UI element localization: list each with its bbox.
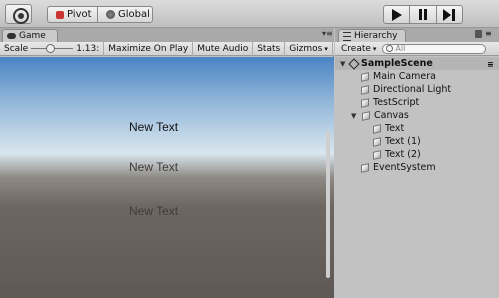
hierarchy-item-label: Canvas <box>374 110 409 121</box>
hierarchy-item-canvas[interactable]: ▼ Canvas <box>351 109 409 122</box>
play-button[interactable] <box>384 6 409 23</box>
expand-arrow-icon[interactable]: ▼ <box>340 60 347 68</box>
scale-label: Scale <box>4 43 29 54</box>
gameobject-icon <box>361 97 369 108</box>
mute-audio-button[interactable]: Mute Audio <box>193 41 254 56</box>
hierarchy-item-text[interactable]: Text <box>373 122 404 135</box>
hierarchy-item-label: TestScript <box>373 97 420 108</box>
hierarchy-item-label: Text (2) <box>385 149 421 160</box>
unity-scene-icon <box>348 57 360 70</box>
stats-label: Stats <box>257 43 281 54</box>
chevron-down-icon: ▾ <box>372 44 377 53</box>
pause-button[interactable] <box>409 6 435 23</box>
hierarchy-item-label: EventSystem <box>373 162 436 173</box>
scale-slider[interactable] <box>31 44 74 53</box>
game-view-toolbar: Scale 1.13: Maximize On Play Mute Audio … <box>0 41 334 56</box>
globe-icon <box>106 10 116 19</box>
lock-icon[interactable] <box>475 30 482 38</box>
step-icon <box>443 8 456 21</box>
scale-value: 1.13: <box>76 43 100 54</box>
chevron-down-icon: ▾ <box>324 44 328 53</box>
tab-game[interactable]: Game <box>2 29 58 42</box>
main-toolbar: Pivot Global <box>0 0 499 28</box>
hierarchy-search-input[interactable]: All <box>382 43 487 54</box>
list-icon <box>343 31 351 41</box>
pivot-global-group: Pivot Global <box>47 6 153 23</box>
hierarchy-item-label: Directional Light <box>373 84 452 95</box>
game-panel-menu-icon[interactable]: ▾≡ <box>322 29 333 38</box>
hand-tool-button[interactable] <box>5 4 32 24</box>
hierarchy-panel: Hierarchy ≡ Create ▾ All ▼ SampleScene ≡… <box>335 28 499 298</box>
gameobject-icon <box>361 162 369 173</box>
hand-tool-icon <box>13 8 29 24</box>
maximize-on-play-label: Maximize On Play <box>108 43 189 54</box>
hierarchy-menu-icon[interactable]: ≡ <box>485 29 492 38</box>
gameobject-icon <box>373 149 381 160</box>
hierarchy-item-text-2[interactable]: Text (2) <box>373 148 421 161</box>
game-text-1: New Text <box>129 120 179 134</box>
hierarchy-item-eventsystem[interactable]: EventSystem <box>361 161 436 174</box>
hierarchy-toolbar: Create ▾ All <box>335 42 499 56</box>
pivot-icon <box>56 10 64 19</box>
gameobject-icon <box>362 110 370 121</box>
gamepad-icon <box>7 33 16 39</box>
hierarchy-item-label: Text (1) <box>385 136 421 147</box>
pivot-button[interactable]: Pivot <box>48 7 97 22</box>
hierarchy-tab-row: Hierarchy ≡ <box>335 28 499 42</box>
tab-game-label: Game <box>19 31 46 41</box>
scene-name: SampleScene <box>361 58 433 69</box>
game-tab-row: Game ▾≡ <box>0 28 334 42</box>
hierarchy-item-main-camera[interactable]: Main Camera <box>361 70 436 83</box>
scale-control: Scale 1.13: <box>0 41 105 56</box>
scene-row[interactable]: ▼ SampleScene ≡ <box>335 57 499 70</box>
global-button[interactable]: Global <box>97 7 152 22</box>
search-placeholder: All <box>395 44 406 53</box>
pivot-label: Pivot <box>67 9 92 20</box>
game-scrollbar[interactable] <box>326 130 330 278</box>
gizmos-label: Gizmos <box>289 43 323 54</box>
global-label: Global <box>118 9 150 20</box>
pause-icon <box>418 9 427 20</box>
scene-menu-icon[interactable]: ≡ <box>487 60 494 69</box>
gameobject-icon <box>373 136 381 147</box>
game-viewport[interactable] <box>0 57 334 298</box>
mute-audio-label: Mute Audio <box>197 43 249 54</box>
gameobject-icon <box>361 84 369 95</box>
gameobject-icon <box>361 71 369 82</box>
tab-hierarchy[interactable]: Hierarchy <box>338 29 406 42</box>
gameobject-icon <box>373 123 381 134</box>
hierarchy-item-label: Text <box>385 123 405 134</box>
game-text-3: New Text <box>129 204 179 218</box>
tab-hierarchy-label: Hierarchy <box>354 31 398 41</box>
playback-controls <box>383 5 463 24</box>
create-label: Create <box>341 43 371 54</box>
play-icon <box>391 8 402 21</box>
hierarchy-item-label: Main Camera <box>373 71 436 82</box>
expand-arrow-icon[interactable]: ▼ <box>351 112 358 120</box>
hierarchy-item-text-1[interactable]: Text (1) <box>373 135 421 148</box>
game-text-2: New Text <box>129 160 179 174</box>
stats-button[interactable]: Stats <box>253 41 286 56</box>
search-icon <box>386 45 394 52</box>
hierarchy-item-directional-light[interactable]: Directional Light <box>361 83 451 96</box>
scale-slider-thumb[interactable] <box>46 44 56 53</box>
gizmos-button[interactable]: Gizmos ▾ <box>285 41 333 56</box>
step-button[interactable] <box>435 6 462 23</box>
create-button[interactable]: Create ▾ <box>341 44 376 54</box>
hierarchy-item-testscript[interactable]: TestScript <box>361 96 419 109</box>
maximize-on-play-button[interactable]: Maximize On Play <box>104 41 194 56</box>
